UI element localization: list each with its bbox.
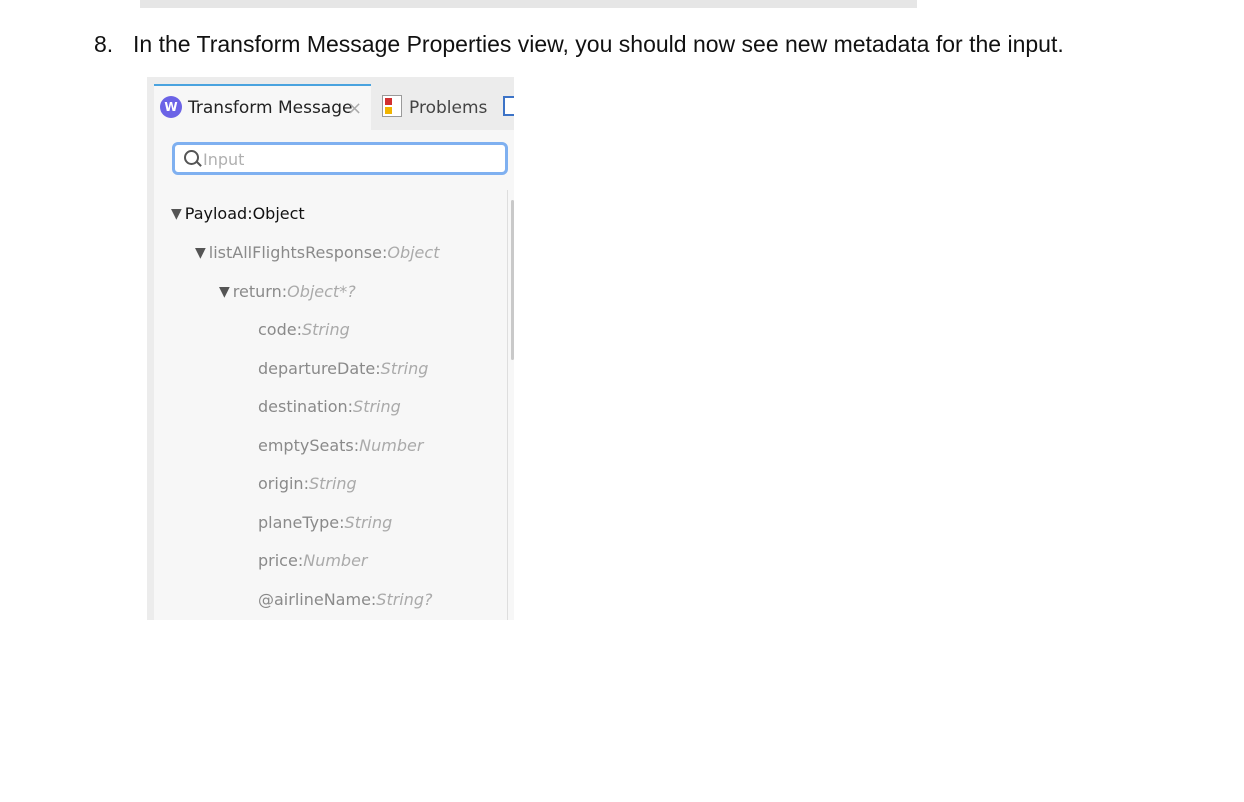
tab-transform-message[interactable]: W Transform Message × [154,84,371,130]
node-type: Object [252,204,305,223]
step-number: 8. [94,31,114,57]
tree-field[interactable]: @airlineName : String? [258,590,433,609]
field-name: destination [258,397,348,416]
tab-transform-message-label: Transform Message [188,98,353,118]
field-type: String [353,397,401,416]
field-name: departureDate [258,359,376,378]
close-icon[interactable]: × [347,98,362,119]
expand-triangle-icon[interactable]: ▼ [195,245,206,261]
field-name: planeType [258,513,340,532]
expand-triangle-icon[interactable]: ▼ [171,206,182,222]
dataweave-icon: W [160,96,182,118]
scrollbar[interactable] [511,200,514,360]
field-type: String [380,359,429,378]
tree-field[interactable]: origin : String [258,474,357,493]
search-field[interactable] [172,142,508,175]
step-instruction: 8. In the Transform Message Properties vi… [94,31,1064,58]
expand-triangle-icon[interactable]: ▼ [219,284,230,300]
field-name: price [258,551,298,570]
tree-field[interactable]: emptySeats : Number [258,436,423,455]
node-type: Object [387,243,440,262]
step-text: In the Transform Message Properties view… [133,31,1064,57]
node-name: return [232,282,282,301]
field-name: code [258,320,297,339]
field-name: emptySeats [258,436,354,455]
tree-field[interactable]: planeType : String [258,513,392,532]
field-type: Number [303,551,368,570]
pane-divider [507,190,508,620]
search-input[interactable] [203,147,493,171]
field-type: String? [376,590,433,609]
field-type: String [301,320,350,339]
tree-node-payload[interactable]: ▼ Payload : Object [171,204,305,223]
tree-field[interactable]: departureDate : String [258,359,428,378]
tree-node-return[interactable]: ▼ return : Object*? [219,282,356,301]
console-icon[interactable] [503,96,514,116]
field-type: String [308,474,357,493]
tree-field[interactable]: destination : String [258,397,401,416]
field-name: origin [258,474,304,493]
metadata-tree-view: ▼ Payload : Object ▼ listAllFlightsRespo… [154,130,514,620]
tree-node-listallflightsresponse[interactable]: ▼ listAllFlightsResponse : Object [195,243,439,262]
tree-field[interactable]: price : Number [258,551,368,570]
tab-problems[interactable]: Problems [409,98,487,118]
node-name: Payload [184,204,248,223]
node-type: Object*? [287,282,356,301]
tab-bar: W Transform Message × Problems [147,77,514,130]
tree-field[interactable]: code : String [258,320,350,339]
top-divider-bar [140,0,917,8]
search-icon [184,150,199,165]
node-name: listAllFlightsResponse [208,243,382,262]
transform-message-panel: W Transform Message × Problems ▼ Payload… [147,77,514,620]
field-name: @airlineName [258,590,371,609]
problems-icon[interactable] [382,95,402,117]
field-type: String [344,513,393,532]
field-type: Number [359,436,424,455]
